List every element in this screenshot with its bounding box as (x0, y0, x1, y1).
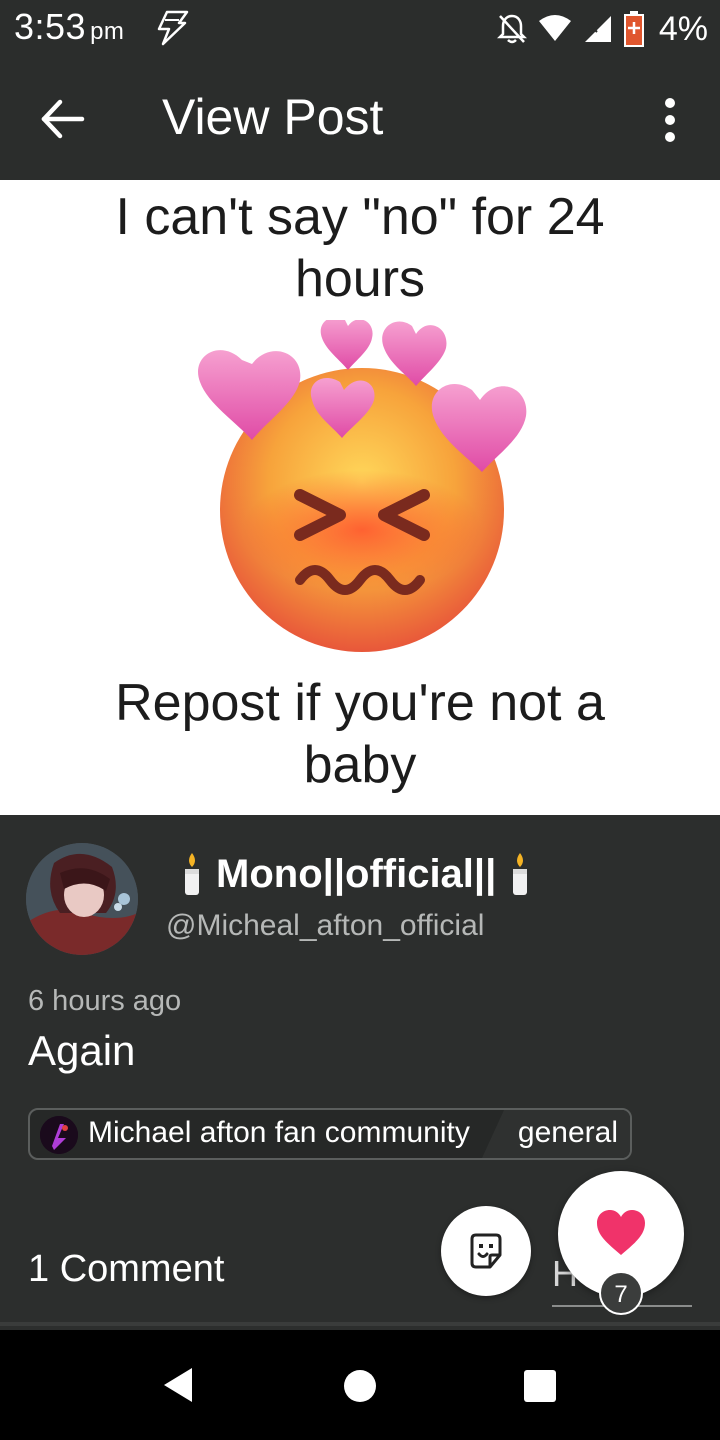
battery-percent: 4% (658, 9, 708, 48)
status-time-value: 3:53 (14, 6, 87, 47)
post-timestamp: 6 hours ago (28, 985, 182, 1017)
flash-icon (157, 10, 189, 46)
nav-recents-icon[interactable] (522, 1368, 558, 1404)
wifi-icon (538, 15, 571, 41)
page-title: View Post (162, 89, 384, 145)
post-details: Mono||official|| @Micheal_afton_official… (0, 815, 720, 1325)
author-name: Mono||official|| (216, 851, 497, 896)
author-name-row[interactable]: Mono||official|| (178, 851, 534, 897)
nav-back-icon[interactable] (160, 1366, 196, 1404)
arrow-back-icon[interactable] (30, 86, 96, 152)
heart-icon (597, 1210, 645, 1255)
category-chip[interactable]: general (482, 1110, 630, 1158)
candle-icon (513, 853, 528, 895)
community-name: Michael afton fan community (88, 1116, 470, 1149)
status-time-ampm: pm (90, 18, 125, 45)
community-icon (40, 1116, 78, 1154)
sticker-icon (470, 1233, 502, 1269)
divider (0, 1322, 720, 1326)
status-time: 3:53 pm (14, 6, 124, 48)
app-bar: View Post (0, 58, 720, 180)
status-icons: 4% (496, 6, 708, 52)
category-name: general (517, 1116, 618, 1149)
flushed-face-with-hearts-emoji (198, 320, 527, 652)
like-count-badge: 7 (599, 1271, 643, 1315)
more-vert-icon[interactable] (656, 94, 684, 146)
signal-icon (584, 16, 611, 42)
avatar-image (26, 843, 138, 955)
comment-count[interactable]: 1 Comment (28, 1248, 224, 1291)
sticker-button[interactable] (441, 1206, 531, 1296)
status-bar: 3:53 pm 4% (0, 0, 720, 58)
nav-home-icon[interactable] (342, 1368, 378, 1404)
notifications-off-icon (496, 14, 527, 44)
meme-top-text: I can't say "no" for 24 hours (115, 188, 605, 308)
avatar[interactable] (26, 843, 138, 955)
meme-bottom-text: Repost if you're not a baby (115, 674, 605, 794)
battery-low-icon (623, 11, 644, 47)
system-nav-bar (0, 1330, 720, 1440)
candle-icon (185, 853, 199, 895)
post-title: Again (28, 1027, 136, 1074)
post-image[interactable]: I can't say "no" for 24 hours Repost if … (0, 180, 720, 815)
author-handle: @Micheal_afton_official (166, 909, 485, 942)
community-tag[interactable]: Michael afton fan community general (28, 1108, 632, 1160)
